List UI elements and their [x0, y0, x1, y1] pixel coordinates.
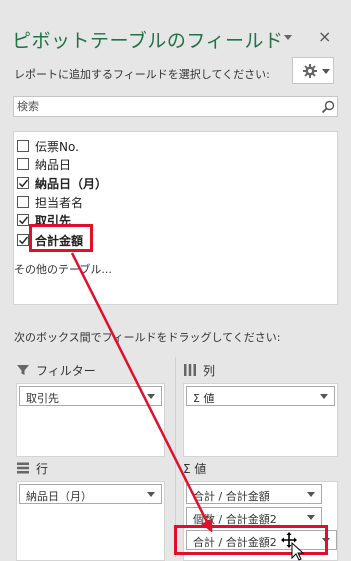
values-item[interactable]: 合計 / 合計金額: [186, 484, 322, 504]
field-checkbox[interactable]: [17, 196, 29, 208]
area-divider: [175, 357, 176, 557]
close-icon[interactable]: ×: [318, 27, 331, 46]
pane-subtitle: レポートに追加するフィールドを選択してください:: [14, 68, 270, 81]
rows-area-label: 行: [36, 462, 49, 476]
field-item-delivery-month[interactable]: 納品日（月）: [14, 174, 314, 192]
field-label: 納品日: [35, 158, 72, 172]
columns-drop-zone[interactable]: Σ 値: [183, 383, 338, 457]
filter-icon: [17, 365, 29, 375]
chevron-down-icon: [322, 69, 330, 74]
dropdown-icon[interactable]: [281, 30, 295, 44]
chevron-down-icon[interactable]: [147, 394, 155, 399]
rows-drop-zone[interactable]: 納品日（月）: [16, 481, 165, 561]
check-icon: [19, 216, 29, 225]
chevron-down-icon[interactable]: [322, 538, 330, 543]
field-checkbox-checked[interactable]: [17, 214, 29, 226]
search-input[interactable]: [14, 97, 314, 116]
field-label: 納品日（月）: [35, 177, 108, 191]
filter-area-label: フィルター: [36, 364, 96, 378]
chevron-down-icon[interactable]: [307, 492, 315, 497]
more-tables-link[interactable]: その他のテーブル...: [14, 261, 112, 277]
filter-item[interactable]: 取引先: [19, 386, 162, 406]
field-label: 伝票No.: [35, 140, 79, 154]
values-item-label: 個数 / 合計金額2: [193, 513, 277, 526]
gear-icon: [303, 64, 317, 78]
tools-button[interactable]: [292, 57, 334, 84]
field-item-total-amount[interactable]: 合計金額: [14, 231, 314, 249]
values-item[interactable]: 合計 / 合計金額2: [186, 530, 337, 550]
filter-drop-zone[interactable]: 取引先: [16, 383, 165, 457]
field-list: 伝票No. 納品日 納品日（月） 担当者名 取引先 合計金額 その他のテーブル.…: [13, 131, 338, 305]
values-item-label: 合計 / 合計金額: [193, 490, 270, 503]
check-icon: [19, 236, 29, 245]
field-checkbox-checked[interactable]: [17, 234, 29, 246]
drag-hint: 次のボックス間でフィールドをドラッグしてください:: [14, 331, 281, 344]
columns-area-label: 列: [203, 364, 216, 378]
field-checkbox[interactable]: [17, 158, 29, 170]
check-icon: [19, 179, 29, 188]
field-item-rep-name[interactable]: 担当者名: [14, 193, 314, 211]
field-checkbox-checked[interactable]: [17, 177, 29, 189]
columns-icon: [184, 364, 196, 376]
values-item-label: 合計 / 合計金額2: [193, 536, 277, 549]
field-label: 担当者名: [35, 196, 84, 210]
field-checkbox[interactable]: [17, 140, 29, 152]
columns-item[interactable]: Σ 値: [186, 386, 335, 406]
chevron-down-icon[interactable]: [307, 515, 315, 520]
rows-item[interactable]: 納品日（月）: [19, 484, 162, 504]
field-item-customer[interactable]: 取引先: [14, 211, 314, 229]
values-area-label: Σ 値: [183, 462, 207, 476]
values-drop-zone[interactable]: 合計 / 合計金額 個数 / 合計金額2 合計 / 合計金額2: [183, 481, 338, 561]
field-item-delivery-date[interactable]: 納品日: [14, 155, 314, 173]
field-label: 取引先: [35, 214, 72, 228]
pane-title: ピボットテーブルのフィールド: [12, 30, 284, 52]
search-box: [13, 96, 338, 117]
field-label: 合計金額: [35, 234, 84, 248]
chevron-down-icon[interactable]: [147, 492, 155, 497]
search-icon[interactable]: [321, 100, 335, 114]
columns-item-label: Σ 値: [193, 392, 215, 405]
rows-item-label: 納品日（月）: [26, 490, 92, 503]
values-item[interactable]: 個数 / 合計金額2: [186, 507, 322, 527]
chevron-down-icon[interactable]: [320, 394, 328, 399]
rows-icon: [17, 462, 29, 474]
filter-item-label: 取引先: [26, 392, 59, 405]
field-item-slip-no[interactable]: 伝票No.: [14, 137, 314, 155]
